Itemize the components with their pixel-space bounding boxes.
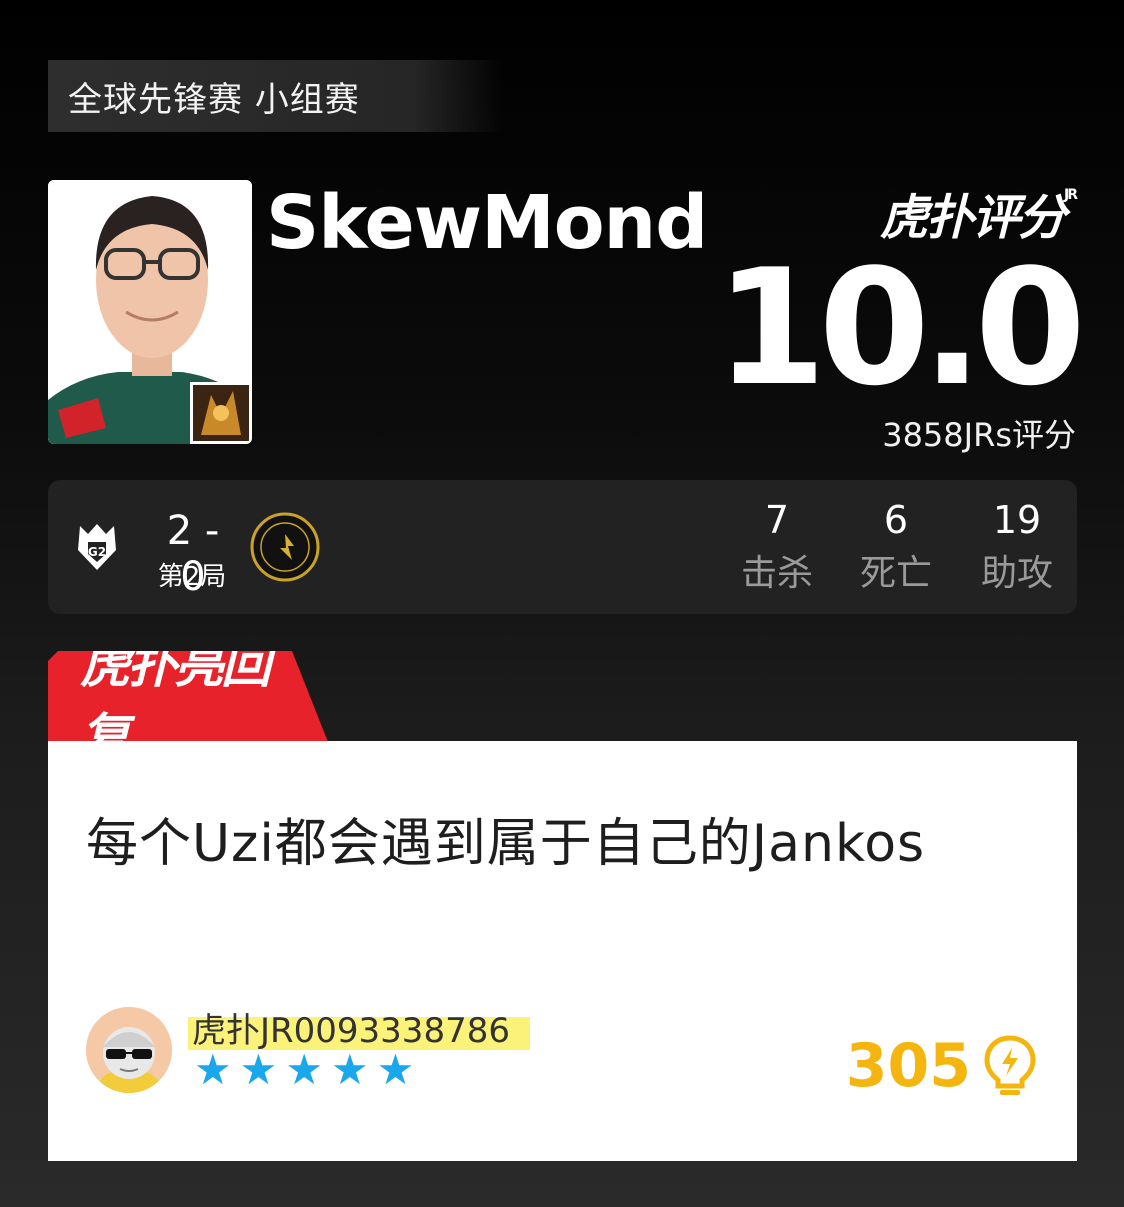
champion-icon	[190, 382, 252, 444]
stat-deaths-label: 死亡	[859, 553, 932, 594]
star-icon: ★	[376, 1045, 415, 1094]
stat-assists: 19 助攻	[972, 498, 1062, 596]
avatar-image	[86, 1007, 172, 1093]
stat-assists-label: 助攻	[980, 553, 1053, 594]
stat-deaths-value: 6	[883, 498, 909, 542]
stat-kills-label: 击杀	[740, 553, 813, 594]
match-game-number: 第2局	[157, 562, 227, 592]
star-icon: ★	[330, 1045, 369, 1094]
star-icon: ★	[239, 1045, 278, 1094]
stat-kills-value: 7	[764, 498, 790, 542]
fearx-logo-icon	[250, 512, 320, 582]
stat-kills: 7 击杀	[732, 498, 822, 596]
g2-logo-icon: G2	[76, 520, 118, 572]
star-icon: ★	[194, 1045, 232, 1094]
user-avatar[interactable]	[86, 1007, 172, 1093]
stat-deaths: 6 死亡	[851, 498, 941, 596]
reply-text: 每个Uzi都会遇到属于自己的Jankos	[86, 814, 926, 874]
player-name: SkewMond	[266, 180, 708, 266]
rating-votes: 3858JRs评分	[882, 416, 1076, 454]
reply-tag-sup: JR	[314, 673, 328, 688]
event-tag: 全球先锋赛 小组赛	[48, 60, 504, 132]
like-count: 305	[845, 1031, 971, 1101]
event-label: 全球先锋赛 小组赛	[68, 79, 360, 120]
rating-brand-sup: JR	[1064, 187, 1078, 203]
match-card: G2 2 - 0 第2局 7 击杀 6 死亡 19 助攻	[48, 480, 1077, 614]
player-photo	[48, 180, 252, 444]
lightbulb-icon	[984, 1035, 1036, 1095]
reply-card[interactable]: 每个Uzi都会遇到属于自己的Jankos 虎扑JR0093338786 ★ ★ …	[48, 741, 1077, 1161]
stat-assists-value: 19	[992, 498, 1042, 542]
rating-score: 10.0	[715, 234, 1086, 421]
star-icon: ★	[285, 1045, 323, 1094]
user-rating-stars: ★ ★ ★ ★ ★	[194, 1049, 414, 1091]
svg-text:G2: G2	[88, 545, 106, 559]
highlight-reply-tag: 虎扑亮回复 JR	[48, 651, 328, 742]
like-button[interactable]: 305	[846, 1031, 1037, 1101]
